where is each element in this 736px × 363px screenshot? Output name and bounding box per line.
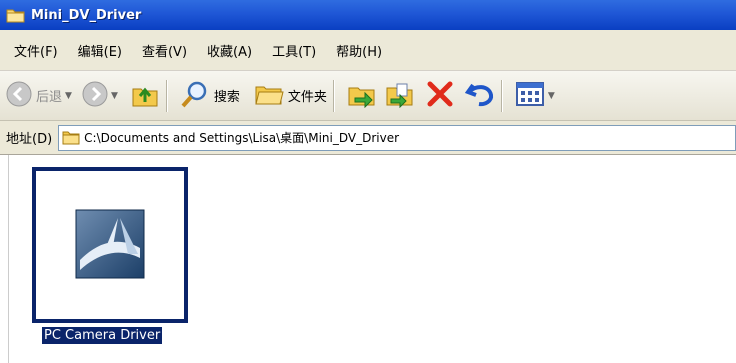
address-label: 地址(D) [6, 132, 53, 147]
title-bar[interactable]: Mini_DV_Driver [0, 0, 736, 30]
toolbar: 后退 ▼ ▼ 搜索 文件夹 ▼ [0, 71, 736, 121]
undo-icon [464, 79, 495, 112]
delete-button[interactable] [425, 79, 455, 112]
folders-label: 文件夹 [287, 90, 327, 105]
window-title: Mini_DV_Driver [31, 7, 142, 23]
back-label: 后退 [36, 90, 63, 105]
toolbar-separator [165, 79, 168, 112]
menu-bar: 文件(F) 编辑(E) 查看(V) 收藏(A) 工具(T) 帮助(H) [0, 30, 736, 71]
address-input[interactable]: C:\Documents and Settings\Lisa\桌面\Mini_D… [58, 124, 736, 151]
chevron-down-icon[interactable]: ▼ [548, 91, 555, 101]
menu-tools[interactable]: 工具(T) [266, 41, 322, 60]
folder-icon [6, 7, 26, 23]
file-item[interactable]: PC Camera Driver [32, 167, 188, 345]
folders-icon [254, 81, 284, 110]
copy-to-folder-icon [385, 80, 415, 111]
address-path: C:\Documents and Settings\Lisa\桌面\Mini_D… [84, 131, 400, 145]
search-button[interactable]: 搜索 [180, 79, 240, 112]
menu-help[interactable]: 帮助(H) [330, 41, 388, 60]
file-thumbnail[interactable] [32, 167, 188, 323]
divider [8, 155, 9, 363]
copy-to-button[interactable] [385, 80, 415, 111]
toolbar-separator [500, 79, 503, 112]
chevron-down-icon[interactable]: ▼ [65, 91, 72, 101]
back-button[interactable]: 后退 ▼ [6, 81, 72, 110]
toolbar-separator [332, 79, 335, 112]
forward-button[interactable]: ▼ [82, 81, 118, 110]
views-button[interactable]: ▼ [515, 81, 555, 110]
file-name-label[interactable]: PC Camera Driver [40, 326, 164, 345]
forward-arrow-icon [82, 81, 108, 110]
menu-favorites[interactable]: 收藏(A) [201, 41, 258, 60]
delete-x-icon [425, 79, 455, 112]
move-to-button[interactable] [347, 80, 377, 111]
chevron-down-icon[interactable]: ▼ [111, 91, 118, 101]
folders-button[interactable]: 文件夹 [254, 81, 327, 110]
search-label: 搜索 [213, 90, 240, 105]
menu-file[interactable]: 文件(F) [8, 41, 64, 60]
menu-view[interactable]: 查看(V) [136, 41, 193, 60]
menu-edit[interactable]: 编辑(E) [72, 41, 128, 60]
search-icon [180, 79, 210, 112]
folder-icon [62, 130, 80, 145]
installer-icon [74, 208, 146, 283]
move-to-folder-icon [347, 80, 377, 111]
up-folder-button[interactable] [130, 80, 160, 111]
views-grid-icon [515, 81, 545, 110]
undo-button[interactable] [464, 79, 495, 112]
file-view[interactable]: PC Camera Driver [0, 155, 736, 363]
back-arrow-icon [6, 81, 32, 110]
address-bar: 地址(D) C:\Documents and Settings\Lisa\桌面\… [0, 121, 736, 155]
up-folder-icon [130, 80, 160, 111]
